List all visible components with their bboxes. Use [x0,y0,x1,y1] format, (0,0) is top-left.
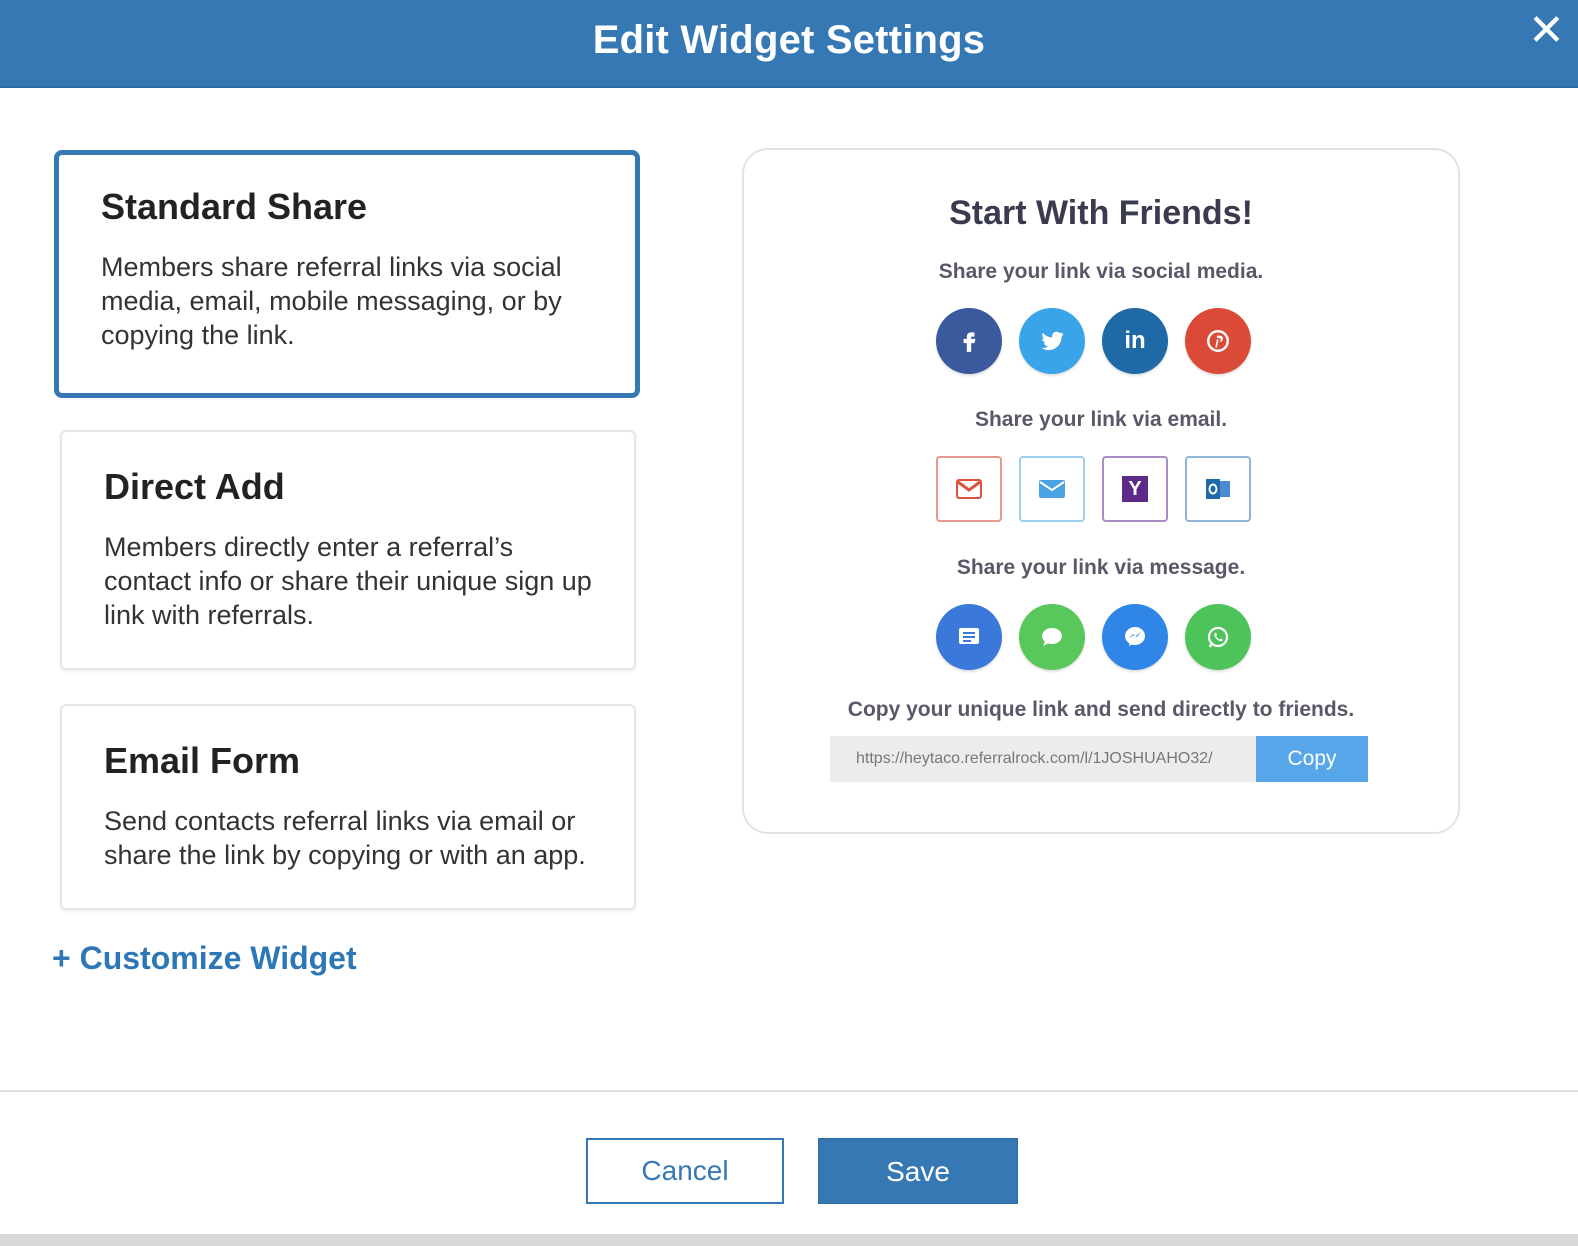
imessage-icon[interactable] [1019,604,1085,670]
bottom-edge [0,1234,1578,1246]
message-label: Share your link via message. [956,556,1246,579]
option-standard-share[interactable]: Standard Share Members share referral li… [54,150,640,398]
copy-button[interactable]: Copy [1256,736,1368,782]
messenger-icon[interactable] [1102,604,1168,670]
dialog-header: Edit Widget Settings ✕ [0,0,1578,88]
outlook-icon[interactable] [1185,456,1251,522]
cancel-button[interactable]: Cancel [586,1138,784,1204]
option-title: Direct Add [104,466,285,507]
preview-title: Start With Friends! [949,194,1253,232]
pinterest-icon[interactable] [1185,308,1251,374]
email-icon-row: Y [936,456,1251,522]
option-title: Standard Share [101,186,368,227]
close-icon[interactable]: ✕ [1528,9,1565,53]
whatsapp-icon[interactable] [1185,604,1251,670]
dialog-title: Edit Widget Settings [592,18,986,62]
footer-divider [0,1090,1578,1092]
option-direct-add[interactable]: Direct Add Members directly enter a refe… [60,430,636,670]
referral-link-field[interactable]: https://heytaco.referralrock.com/l/1JOSH… [830,736,1256,782]
social-label: Share your link via social media. [938,260,1264,283]
copy-link-label: Copy your unique link and send directly … [847,698,1355,721]
twitter-icon[interactable] [1019,308,1085,374]
option-description: Send contacts referral links via email o… [104,806,586,870]
gmail-icon[interactable] [936,456,1002,522]
option-email-form[interactable]: Email Form Send contacts referral links … [60,704,636,910]
mail-icon[interactable] [1019,456,1085,522]
widget-preview: Start With Friends! Share your link via … [742,148,1460,834]
email-label: Share your link via email. [974,408,1228,431]
option-description: Members share referral links via social … [101,252,562,350]
save-button[interactable]: Save [818,1138,1018,1204]
customize-widget-link[interactable]: + Customize Widget [52,940,357,977]
social-icon-row: in [936,308,1251,374]
facebook-icon[interactable] [936,308,1002,374]
option-description: Members directly enter a referral’s cont… [104,532,592,630]
yahoo-icon[interactable]: Y [1102,456,1168,522]
linkedin-icon[interactable]: in [1102,308,1168,374]
sms-icon[interactable] [936,604,1002,670]
message-icon-row [936,604,1251,670]
option-title: Email Form [104,740,301,781]
